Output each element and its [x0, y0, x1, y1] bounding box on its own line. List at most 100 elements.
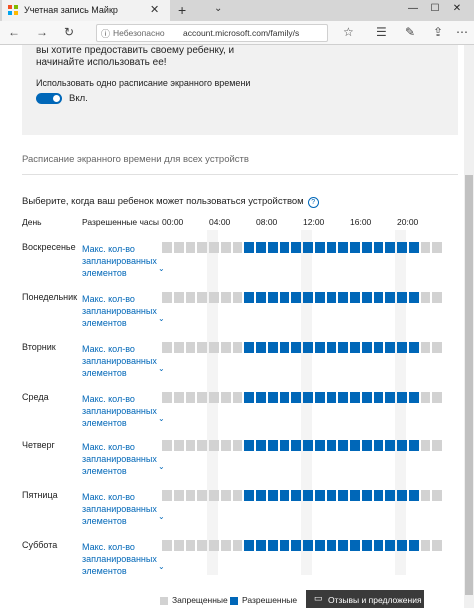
hour-slot-allowed[interactable] — [361, 292, 372, 303]
hour-slot-allowed[interactable] — [350, 440, 360, 451]
hour-slot-allowed[interactable] — [338, 490, 348, 501]
max-scheduled-items-dropdown[interactable]: Макс. кол-во запланированных элементов — [82, 441, 162, 477]
hour-slot-allowed[interactable] — [361, 540, 372, 551]
hour-slot-blocked[interactable] — [162, 242, 172, 253]
hour-slot-allowed[interactable] — [314, 292, 325, 303]
hour-slot-allowed[interactable] — [326, 540, 337, 551]
hour-slot-allowed[interactable] — [397, 392, 407, 403]
hour-slot-allowed[interactable] — [279, 440, 290, 451]
hour-slot-allowed[interactable] — [326, 440, 337, 451]
hour-slot-allowed[interactable] — [350, 242, 360, 253]
hour-slot-allowed[interactable] — [408, 392, 419, 403]
hour-slot-blocked[interactable] — [420, 342, 431, 353]
hour-slot-blocked[interactable] — [197, 292, 207, 303]
hour-slot-allowed[interactable] — [326, 490, 337, 501]
minimize-icon[interactable]: — — [402, 3, 424, 14]
hour-slot-blocked[interactable] — [232, 490, 243, 501]
hour-slot-allowed[interactable] — [314, 540, 325, 551]
chevron-down-icon[interactable]: ⌄ — [158, 462, 165, 471]
hour-slot-blocked[interactable] — [173, 292, 184, 303]
hour-slot-allowed[interactable] — [385, 392, 395, 403]
page-scrollbar[interactable] — [464, 45, 474, 608]
hour-slot-allowed[interactable] — [385, 242, 395, 253]
hour-slot-allowed[interactable] — [291, 540, 301, 551]
hour-slot-allowed[interactable] — [373, 292, 384, 303]
new-tab-icon[interactable]: + — [178, 2, 186, 18]
hour-slot-allowed[interactable] — [244, 540, 254, 551]
hour-slot-blocked[interactable] — [162, 392, 172, 403]
url-text[interactable]: account.microsoft.com/family/s — [183, 28, 325, 38]
max-scheduled-items-dropdown[interactable]: Макс. кол-во запланированных элементов — [82, 293, 162, 329]
hour-slot-allowed[interactable] — [338, 440, 348, 451]
hour-slot-blocked[interactable] — [197, 242, 207, 253]
hour-slot-allowed[interactable] — [279, 342, 290, 353]
hour-slot-allowed[interactable] — [279, 540, 290, 551]
hour-slot-allowed[interactable] — [338, 292, 348, 303]
hour-slot-allowed[interactable] — [408, 242, 419, 253]
hour-slot-allowed[interactable] — [373, 440, 384, 451]
hour-slot-blocked[interactable] — [220, 490, 231, 501]
hour-slot-allowed[interactable] — [350, 490, 360, 501]
hour-slot-blocked[interactable] — [173, 242, 184, 253]
hour-slot-allowed[interactable] — [338, 392, 348, 403]
hour-slot-allowed[interactable] — [267, 540, 278, 551]
hour-slot-allowed[interactable] — [326, 392, 337, 403]
share-icon[interactable]: ⇪ — [433, 25, 443, 39]
hour-slot-allowed[interactable] — [314, 490, 325, 501]
hour-slot-allowed[interactable] — [267, 440, 278, 451]
hour-slot-blocked[interactable] — [232, 392, 243, 403]
hour-slot-allowed[interactable] — [244, 342, 254, 353]
hour-slot-allowed[interactable] — [314, 242, 325, 253]
hour-slot-allowed[interactable] — [373, 540, 384, 551]
hour-slot-allowed[interactable] — [408, 342, 419, 353]
hour-slot-blocked[interactable] — [420, 440, 431, 451]
max-scheduled-items-dropdown[interactable]: Макс. кол-во запланированных элементов — [82, 393, 162, 429]
hour-slot-allowed[interactable] — [291, 440, 301, 451]
hour-slot-allowed[interactable] — [397, 342, 407, 353]
hour-slot-allowed[interactable] — [267, 242, 278, 253]
browser-tab[interactable]: Учетная запись Майкр ✕ — [2, 0, 170, 21]
hour-slot-allowed[interactable] — [279, 490, 290, 501]
hour-slot-blocked[interactable] — [232, 440, 243, 451]
forward-icon[interactable]: → — [36, 25, 48, 39]
hour-slot-allowed[interactable] — [373, 242, 384, 253]
hour-slot-allowed[interactable] — [303, 342, 313, 353]
hour-slot-allowed[interactable] — [338, 540, 348, 551]
hour-slot-blocked[interactable] — [197, 440, 207, 451]
feedback-button[interactable]: ▭ Отзывы и предложения — [306, 590, 424, 608]
hour-slot-allowed[interactable] — [244, 242, 254, 253]
hour-slot-blocked[interactable] — [162, 440, 172, 451]
hour-slot-allowed[interactable] — [244, 440, 254, 451]
hour-slot-blocked[interactable] — [185, 292, 196, 303]
reading-list-icon[interactable]: ☰ — [376, 25, 387, 39]
hour-slot-blocked[interactable] — [209, 242, 219, 253]
max-scheduled-items-dropdown[interactable]: Макс. кол-во запланированных элементов — [82, 243, 162, 279]
hour-slot-blocked[interactable] — [197, 540, 207, 551]
hour-slot-blocked[interactable] — [432, 292, 442, 303]
hour-slot-allowed[interactable] — [361, 490, 372, 501]
hour-slot-blocked[interactable] — [432, 242, 442, 253]
hour-slot-allowed[interactable] — [338, 242, 348, 253]
hour-slot-blocked[interactable] — [209, 292, 219, 303]
chevron-down-icon[interactable]: ⌄ — [158, 512, 165, 521]
hour-slot-allowed[interactable] — [256, 440, 266, 451]
hour-slot-allowed[interactable] — [385, 490, 395, 501]
hour-slot-blocked[interactable] — [197, 342, 207, 353]
hour-slot-blocked[interactable] — [420, 490, 431, 501]
hour-slot-allowed[interactable] — [361, 392, 372, 403]
hour-slot-allowed[interactable] — [373, 342, 384, 353]
hour-slot-allowed[interactable] — [385, 292, 395, 303]
hour-slot-allowed[interactable] — [408, 540, 419, 551]
hour-slot-blocked[interactable] — [162, 540, 172, 551]
hour-slot-allowed[interactable] — [326, 242, 337, 253]
hour-slot-allowed[interactable] — [256, 392, 266, 403]
hour-slot-blocked[interactable] — [173, 440, 184, 451]
hour-slot-blocked[interactable] — [162, 292, 172, 303]
hour-slot-allowed[interactable] — [303, 440, 313, 451]
hour-slot-allowed[interactable] — [244, 392, 254, 403]
tabs-menu-chevron-icon[interactable]: ⌄ — [214, 3, 222, 14]
hour-slot-blocked[interactable] — [197, 392, 207, 403]
hour-slot-allowed[interactable] — [267, 490, 278, 501]
hour-slot-allowed[interactable] — [385, 342, 395, 353]
hour-slot-allowed[interactable] — [397, 490, 407, 501]
